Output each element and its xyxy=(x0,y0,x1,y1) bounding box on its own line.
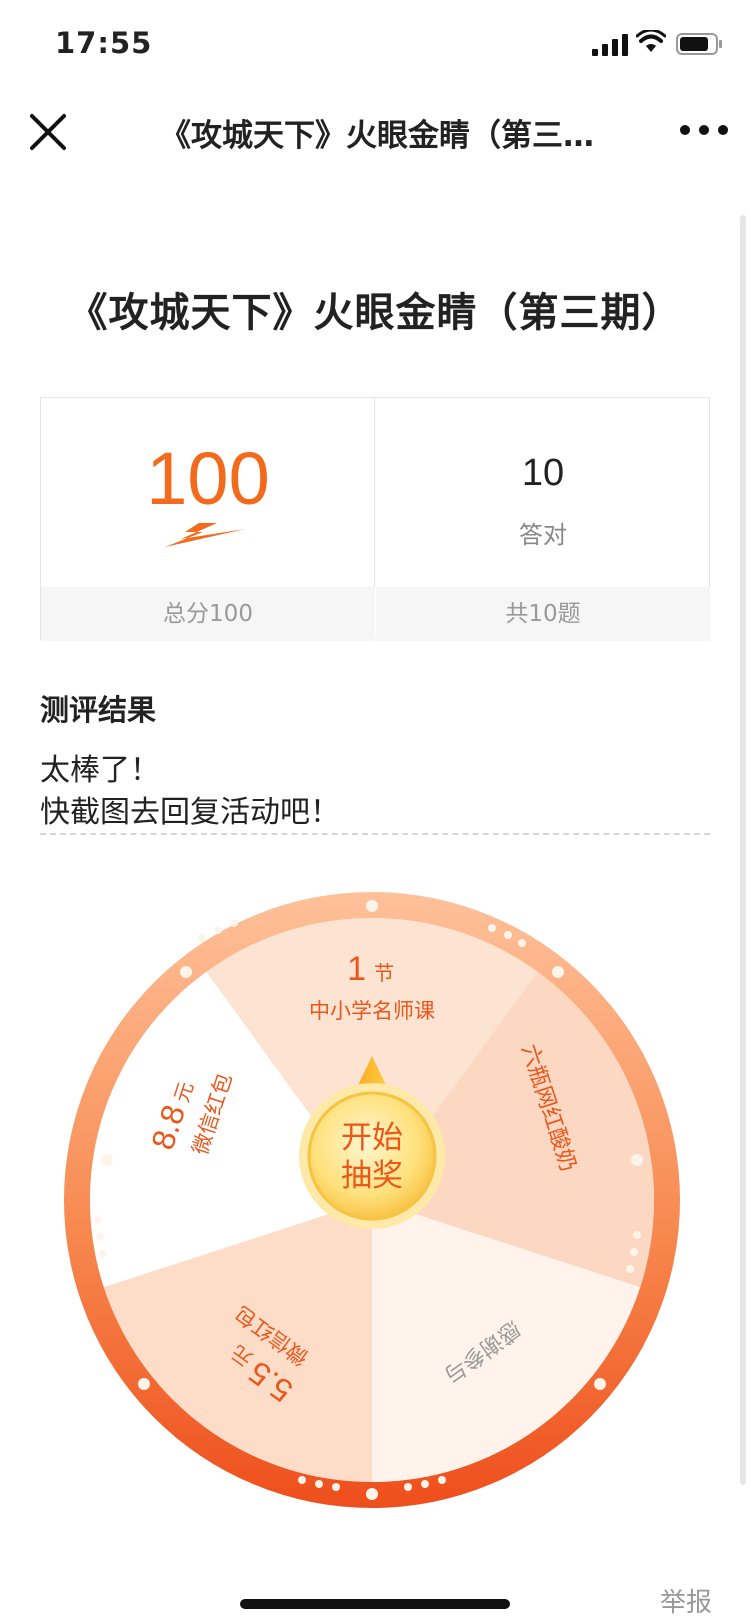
close-icon[interactable] xyxy=(22,106,74,158)
home-indicator[interactable] xyxy=(240,1599,510,1609)
question-total-label: 共10题 xyxy=(376,587,710,641)
button-face xyxy=(307,1091,437,1221)
swoosh-icon xyxy=(165,523,245,547)
more-options-icon[interactable] xyxy=(676,108,732,152)
lottery-wheel: 1 节 中小学名师课 六瓶网红酸奶 感谢参与 5.5 元 微信红包 8.8 元 … xyxy=(64,892,680,1508)
battery-icon xyxy=(676,33,722,55)
report-link[interactable]: 举报 xyxy=(660,1582,712,1619)
status-bar: 17:55 xyxy=(0,0,750,88)
score-total-label: 总分100 xyxy=(41,587,375,641)
result-heading: 测评结果 xyxy=(40,693,157,727)
result-message-line: 太棒了！ xyxy=(40,753,160,788)
wifi-icon xyxy=(636,30,666,52)
correct-count: 10 xyxy=(521,452,565,494)
correct-cell: 10 答对 共10题 xyxy=(376,398,710,641)
status-time: 17:55 xyxy=(55,26,153,60)
score-card: 100 总分100 10 答对 共10题 xyxy=(40,397,710,641)
nav-title: 《攻城天下》火眼金睛（第三期） xyxy=(160,118,600,154)
score-value: 100 xyxy=(146,437,270,520)
nav-bar: 《攻城天下》火眼金睛（第三期） xyxy=(0,88,750,176)
prize-amount: 1 xyxy=(347,950,366,988)
correct-label: 答对 xyxy=(519,521,567,549)
prize-name: 中小学名师课 xyxy=(309,999,435,1023)
page-title: 《攻城天下》火眼金睛（第三期） xyxy=(67,290,683,336)
button-label: 抽奖 xyxy=(341,1158,403,1194)
divider xyxy=(40,833,710,835)
scrollbar[interactable] xyxy=(740,215,746,1485)
button-label: 开始 xyxy=(341,1120,403,1156)
score-cell: 100 总分100 xyxy=(41,398,375,641)
result-message-line: 快截图去回复活动吧！ xyxy=(40,795,340,830)
cellular-signal-icon xyxy=(592,34,628,56)
prize-unit: 节 xyxy=(374,961,394,985)
